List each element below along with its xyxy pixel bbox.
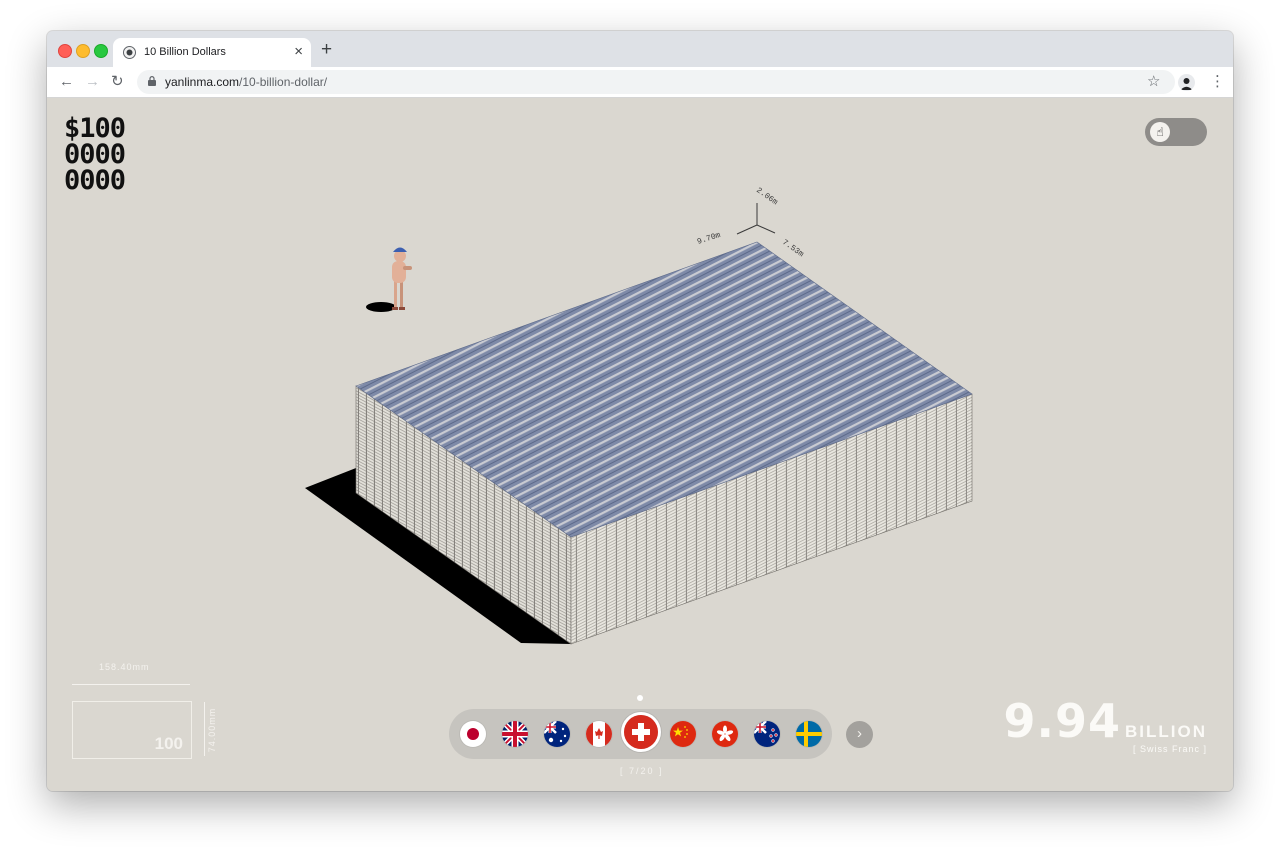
uk-flag-icon [502, 721, 528, 747]
browser-window: 10 Billion Dollars × + ← → ↻ yanlinma.co… [47, 31, 1233, 791]
tab-title: 10 Billion Dollars [144, 46, 226, 58]
back-arrow-icon[interactable]: ← [59, 72, 74, 92]
hong-kong-flag-icon [712, 721, 738, 747]
flag-australia[interactable] [544, 721, 570, 747]
currency-counter: [ 7/20 ] [620, 766, 664, 776]
kebab-menu-icon[interactable]: ⋮ [1210, 72, 1225, 92]
flag-switzerland[interactable] [624, 715, 658, 749]
flag-canada[interactable] [586, 721, 612, 747]
reload-icon[interactable]: ↻ [111, 72, 124, 92]
sweden-flag-icon [796, 721, 822, 747]
flag-sweden[interactable] [796, 721, 822, 747]
flag-hong-kong[interactable] [712, 721, 738, 747]
tab-strip: 10 Billion Dollars × + [47, 31, 1233, 67]
lock-icon [148, 76, 156, 86]
indicator-dot [637, 695, 643, 701]
url-path: /10-billion-dollar/ [239, 75, 328, 89]
browser-tab[interactable]: 10 Billion Dollars × [113, 38, 311, 67]
dimension-gizmo [736, 203, 776, 235]
flag-new-zealand[interactable] [754, 721, 780, 747]
browser-toolbar: ← → ↻ yanlinma.com/10-billion-dollar/ ☆ … [47, 67, 1233, 98]
note-width-line [72, 684, 190, 685]
flag-united-kingdom[interactable] [502, 721, 528, 747]
scale-person [366, 247, 412, 312]
dim-width-label: 9.70m [696, 231, 722, 247]
minimize-window-button[interactable] [76, 44, 90, 58]
money-stack-scene[interactable]: 2.06m 9.70m 7.53m [47, 98, 1233, 791]
address-bar[interactable]: yanlinma.com/10-billion-dollar/ [137, 70, 1175, 94]
new-zealand-flag-icon [754, 721, 780, 747]
favicon-icon [123, 46, 136, 59]
close-icon[interactable]: × [294, 43, 303, 61]
note-width-label: 158.40mm [99, 662, 150, 672]
star-icon[interactable]: ☆ [1147, 72, 1160, 92]
avatar-icon [1180, 78, 1193, 90]
plus-icon[interactable]: + [321, 40, 332, 60]
page-viewport: $100 0000 0000 ☝ 2.06m 9.70m 7.53m 158.4… [47, 98, 1233, 791]
dim-depth-label: 7.53m [780, 238, 805, 259]
dim-height-label: 2.06m [754, 186, 779, 207]
note-height-line [204, 702, 205, 756]
japan-flag-icon [460, 721, 486, 747]
url-text: yanlinma.com/10-billion-dollar/ [165, 75, 327, 89]
note-denomination: 100 [154, 734, 183, 753]
forward-arrow-icon[interactable]: → [85, 72, 100, 92]
profile-avatar[interactable] [1178, 74, 1195, 91]
china-flag-icon [670, 721, 696, 747]
url-domain: yanlinma.com [165, 75, 240, 89]
total-unit: BILLION [1125, 722, 1207, 741]
total-value: 9.94 [1003, 694, 1121, 748]
canada-flag-icon [586, 721, 612, 747]
converted-total: 9.94 BILLION [ Swiss Franc ] [1004, 698, 1208, 754]
close-window-button[interactable] [58, 44, 72, 58]
switzerland-flag-icon [624, 715, 658, 749]
note-height-label: 74.00mm [207, 707, 217, 753]
flag-china[interactable] [670, 721, 696, 747]
banknote-outline: 100 [72, 701, 192, 759]
chevron-right-icon[interactable]: › [846, 721, 873, 748]
currency-selector [449, 709, 832, 759]
maximize-window-button[interactable] [94, 44, 108, 58]
flag-japan[interactable] [460, 721, 486, 747]
australia-flag-icon [544, 721, 570, 747]
